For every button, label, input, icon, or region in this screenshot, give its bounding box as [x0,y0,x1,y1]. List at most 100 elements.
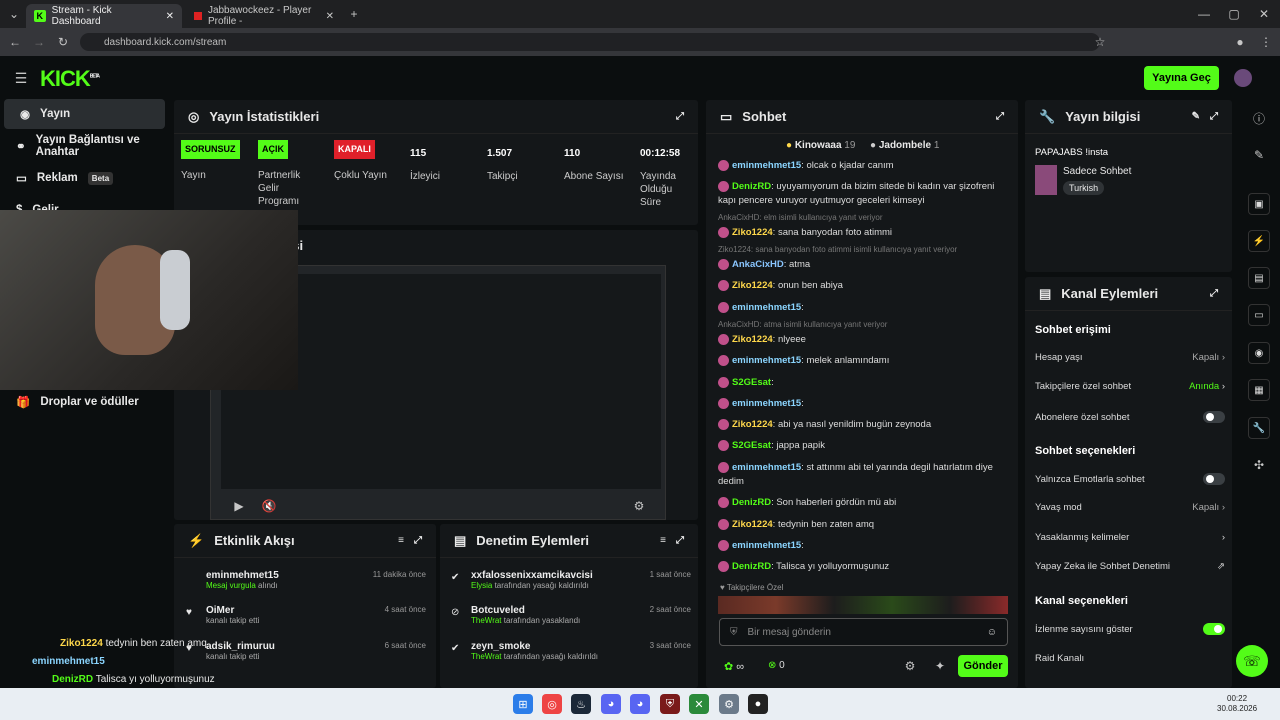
send-button[interactable]: Gönder [958,655,1008,677]
chat-username[interactable]: DenizRD [732,561,771,572]
expand-icon[interactable]: ⤢ [676,535,684,546]
setting-show-viewers[interactable]: İzlenme sayısını göster [1035,623,1225,635]
subs-only-toggle[interactable] [1203,411,1225,423]
pinned-user[interactable]: ● Kinowaaa 19 [786,140,855,151]
reload-icon[interactable]: ↻ [55,34,71,50]
close-icon[interactable]: ✕ [166,11,174,22]
kick-logo[interactable]: KICKBETA [40,66,100,92]
new-tab-icon[interactable]: + [346,6,362,22]
expand-icon[interactable]: ⤢ [414,535,422,546]
record-icon[interactable]: ◉ [1248,342,1270,364]
settings-icon[interactable]: ⚙ [631,498,647,514]
chat-username[interactable]: Ziko1224 [732,280,773,291]
emoji-icon[interactable]: ☺ [987,627,997,638]
stats-title: Yayın İstatistikleri [209,109,320,124]
language-tag[interactable]: Turkish [1063,181,1105,195]
steam-icon[interactable]: ♨ [571,694,591,714]
wrench-icon[interactable]: 🔧 [1248,417,1270,439]
support-icon[interactable]: ☏ [1236,645,1268,677]
chat-input[interactable]: ⛨ Bir mesaj gönderin ☺ [719,618,1008,646]
info-icon[interactable]: ⓘ [1251,110,1267,126]
hamburger-icon[interactable]: ☰ [13,70,29,86]
chat-username[interactable]: eminmehmet15 [732,302,801,313]
clock[interactable]: 00:22 30.08.2026 [1217,694,1257,714]
reply-context: Ziko1224: sana banyodan foto atimmi isim… [718,245,958,254]
play-icon[interactable]: ▶ [231,498,247,514]
chat-username[interactable]: eminmehmet15 [732,398,801,409]
sidebar-item-ads[interactable]: ▭ Reklam Beta [0,163,170,193]
expand-icon[interactable]: ⤢ [1210,288,1218,299]
points-counter[interactable]: ⊗ 0 [768,660,785,671]
chat-username[interactable]: eminmehmet15 [732,540,801,551]
points-infinity[interactable]: ✿ ∞ [724,660,744,673]
go-live-button[interactable]: Yayına Geç [1144,66,1219,90]
back-icon[interactable]: ← [7,34,23,50]
sidebar-item-stream-key[interactable]: ⚭ Yayın Bağlantısı ve Anahtar [0,131,170,161]
settings-app-icon[interactable]: ⚙ [719,694,739,714]
obs-icon[interactable]: ● [748,694,768,714]
setting-raid[interactable]: Raid Kanalı [1035,653,1225,664]
shield-app-icon[interactable]: ⛨ [660,694,680,714]
window-close-icon[interactable]: ✕ [1256,6,1272,22]
expand-icon[interactable]: ⤢ [1210,111,1218,122]
chrome-icon[interactable]: ◎ [542,694,562,714]
avatar[interactable] [1234,69,1252,87]
chat-username[interactable]: DenizRD [732,181,771,192]
xbox-icon[interactable]: ✕ [689,694,709,714]
sidebar-item-yayin[interactable]: ◉ Yayın [4,99,165,129]
filter-icon[interactable]: ≡ [660,535,666,546]
bolt-icon[interactable]: ⚡ [1248,230,1270,252]
chat-username[interactable]: Ziko1224 [732,227,773,238]
forward-icon[interactable]: → [31,34,47,50]
layout-icon[interactable]: ▣ [1248,193,1270,215]
minimize-icon[interactable]: — [1196,6,1212,22]
close-icon[interactable]: ✕ [326,11,334,22]
panel-icon[interactable]: ▦ [1248,379,1270,401]
setting-followers-only[interactable]: Takipçilere özel sohbet Anında › [1035,381,1225,392]
show-viewers-toggle[interactable] [1203,623,1225,635]
setting-emote-only[interactable]: Yalnızca Emotlarla sohbet [1035,473,1225,485]
chat-username[interactable]: DenizRD [732,497,771,508]
list-icon[interactable]: ▤ [1248,267,1270,289]
expand-icon[interactable]: ⤢ [996,111,1004,122]
start-icon[interactable]: ⊞ [513,694,533,714]
chat-username[interactable]: eminmehmet15 [732,462,801,473]
puzzle-icon[interactable]: ✣ [1251,457,1267,473]
maximize-icon[interactable]: ▢ [1226,6,1242,22]
browser-tab-kick[interactable]: K Stream - Kick Dashboard ✕ [26,4,182,28]
setting-slow-mode[interactable]: Yavaş mod Kapalı › [1035,502,1225,513]
chat-icon[interactable]: ▭ [1248,304,1270,326]
chat-username[interactable]: eminmehmet15 [732,160,801,171]
edit-icon[interactable]: ✎ [1192,111,1200,122]
setting-banned-words[interactable]: Yasaklanmış kelimeler › [1035,532,1225,543]
chat-username[interactable]: Ziko1224 [732,334,773,345]
mute-icon[interactable]: 🔇 [261,498,277,514]
chat-username[interactable]: S2GEsat [732,377,771,388]
emote-bar[interactable] [718,596,1008,614]
discord-icon[interactable]: ◕ [630,694,650,714]
chat-username[interactable]: eminmehmet15 [732,355,801,366]
filter-icon[interactable]: ≡ [398,535,404,546]
discord-icon[interactable]: ◕ [601,694,621,714]
setting-subs-only[interactable]: Abonelere özel sohbet [1035,411,1225,423]
category-name[interactable]: Sadece Sohbet [1063,166,1131,177]
chat-username[interactable]: AnkaCixHD [732,259,784,270]
emote-only-toggle[interactable] [1203,473,1225,485]
settings-icon[interactable]: ⚙ [902,658,918,674]
chat-username[interactable]: S2GEsat [732,440,771,451]
url-bar[interactable]: dashboard.kick.com/stream [80,33,1100,51]
pinned-user[interactable]: ● Jadombele 1 [870,140,939,151]
setting-ai-moderation[interactable]: Yapay Zeka ile Sohbet Denetimi ⇗ [1035,561,1225,572]
bookmark-icon[interactable]: ☆ [1092,34,1108,50]
chat-username[interactable]: Ziko1224 [732,519,773,530]
profile-icon[interactable]: ● [1232,34,1248,50]
pencil-icon[interactable]: ✎ [1251,147,1267,163]
menu-icon[interactable]: ⋮ [1258,34,1274,50]
mod-tools-icon[interactable]: ✦ [932,658,948,674]
browser-tab-profile[interactable]: Jabbawockeez - Player Profile - ✕ [186,4,342,28]
chat-username[interactable]: Ziko1224 [732,419,773,430]
setting-account-age[interactable]: Hesap yaşı Kapalı › [1035,352,1225,363]
tab-search-icon[interactable]: ⌄ [6,6,22,22]
expand-icon[interactable]: ⤢ [676,111,684,122]
sidebar-item-drops[interactable]: 🎁 Droplar ve ödüller [0,387,170,417]
